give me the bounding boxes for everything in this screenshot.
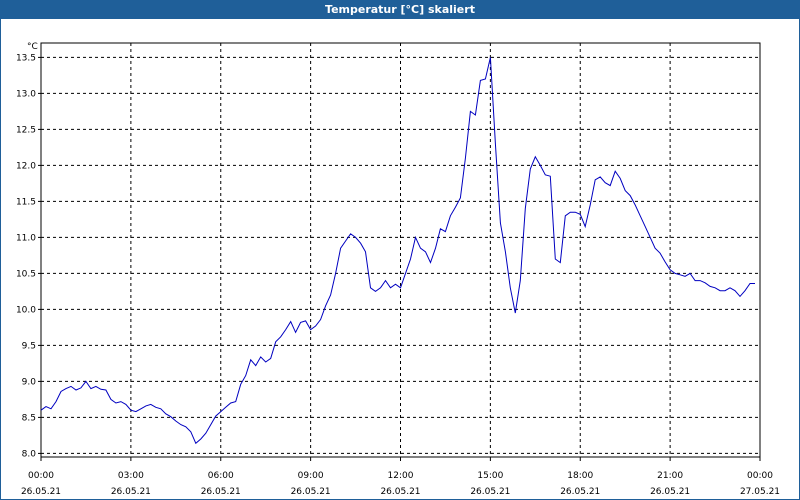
- y-tick-label: 8.0: [22, 449, 37, 459]
- y-tick-label: 12.0: [16, 161, 36, 171]
- x-tick-time-label: 03:00: [118, 471, 144, 481]
- y-tick-label: 11.5: [16, 197, 36, 207]
- x-tick-time-label: 18:00: [567, 471, 593, 481]
- x-tick-date-label: 26.05.21: [201, 487, 241, 497]
- x-tick-date-label: 26.05.21: [470, 487, 510, 497]
- grid: [41, 43, 760, 457]
- x-tick-date-label: 26.05.21: [21, 487, 61, 497]
- y-tick-label: 8.5: [22, 413, 36, 423]
- x-tick-time-label: 00:00: [28, 471, 54, 481]
- x-tick-date-label: 26.05.21: [560, 487, 600, 497]
- y-tick-label: 10.5: [16, 269, 36, 279]
- y-tick-label: 13.0: [16, 89, 36, 99]
- x-tick-date-label: 26.05.21: [291, 487, 331, 497]
- y-tick-label: 9.5: [22, 341, 36, 351]
- x-axis: 00:00 26.05.21 03:00 26.05.21 06:00 26.05.21 0…: [21, 457, 780, 497]
- y-tick-label: 11.0: [16, 233, 36, 243]
- chart-window: Temperatur [°C] skaliert 8.0 8.5 9.0 9.5 10.…: [0, 0, 800, 500]
- y-tick-label: 9.0: [22, 377, 37, 387]
- y-axis: 8.0 8.5 9.0 9.5 10.0 10.5 11.0 11.5 12.0 12.5 13.0…: [16, 53, 41, 459]
- window-title: Temperatur [°C] skaliert: [1, 1, 799, 19]
- y-tick-label: 12.5: [16, 125, 36, 135]
- x-tick-date-label: 26.05.21: [650, 487, 690, 497]
- x-tick-date-label: 27.05.21: [740, 487, 780, 497]
- x-tick-time-label: 21:00: [657, 471, 683, 481]
- y-tick-label: 10.0: [16, 305, 36, 315]
- x-tick-time-label: 09:00: [298, 471, 324, 481]
- x-tick-date-label: 26.05.21: [380, 487, 420, 497]
- temperature-chart: 8.0 8.5 9.0 9.5 10.0 10.5 11.0 11.5 12.0 12.5 13.0…: [16, 42, 780, 497]
- x-tick-time-label: 15:00: [477, 471, 503, 481]
- temperature-series-line: [40, 57, 755, 445]
- x-tick-time-label: 12:00: [388, 471, 414, 481]
- y-axis-label: °C: [27, 42, 38, 52]
- y-tick-label: 13.5: [16, 53, 36, 63]
- x-tick-date-label: 26.05.21: [111, 487, 151, 497]
- x-tick-time-label: 00:00: [747, 471, 773, 481]
- x-tick-time-label: 06:00: [208, 471, 234, 481]
